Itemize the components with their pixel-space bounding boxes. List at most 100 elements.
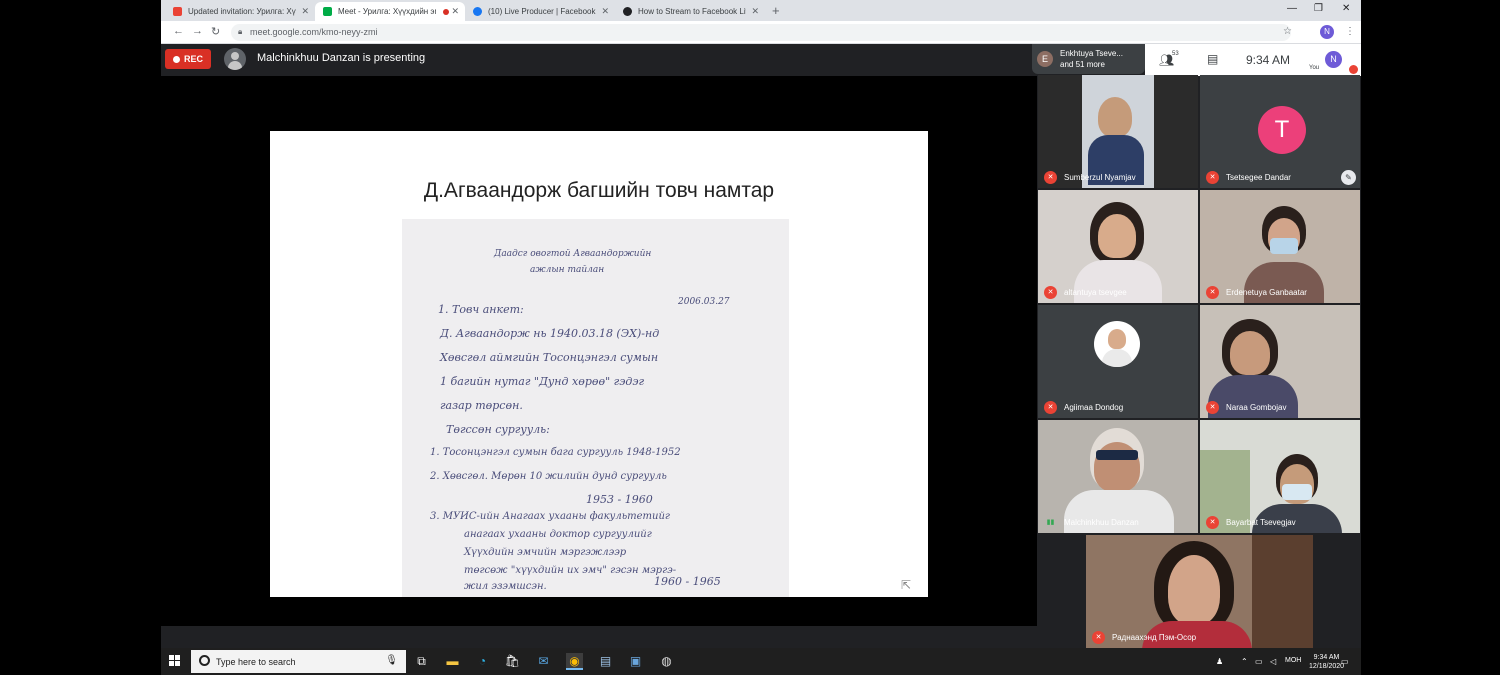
participant-name: Sumberzul Nyamjav: [1064, 173, 1136, 182]
taskbar-clock[interactable]: 9:34 AM 12/18/2020: [1309, 653, 1344, 671]
meet-top-bar: 👥︎ 53 ▤ 9:34 AM N You: [1145, 44, 1361, 76]
hw-line: 1953 - 1960: [586, 493, 653, 506]
news-app-icon[interactable]: ▤: [597, 653, 614, 670]
rec-badge: REC: [165, 49, 211, 69]
mic-off-icon: ✕: [1092, 631, 1105, 644]
meeting-clock: 9:34 AM: [1246, 53, 1291, 67]
mic-off-icon: ✕: [1206, 171, 1219, 184]
microphone-icon[interactable]: 🎙︎: [385, 655, 398, 666]
forward-icon[interactable]: →: [192, 25, 203, 37]
participant-tile[interactable]: ▮▮ Malchinkhuu Danzan: [1038, 420, 1198, 533]
participant-tile[interactable]: T ✕ Tsetsegee Dandar ✎: [1200, 75, 1360, 188]
hw-line: Д. Агваандорж нь 1940.03.18 (ЭХ)-нд: [440, 327, 660, 340]
participant-name: Erdenetuya Ganbaatar: [1226, 288, 1307, 297]
mic-off-icon: ✕: [1206, 516, 1219, 529]
profile-avatar[interactable]: N: [1320, 25, 1334, 39]
close-icon[interactable]: ✕: [751, 6, 759, 17]
participant-tile[interactable]: ✕ Раднаахэнд Пэм-Осор: [1086, 535, 1313, 648]
taskbar-date: 12/18/2020: [1309, 663, 1345, 670]
search-placeholder: Type here to search: [216, 657, 296, 667]
participant-name: Naraa Gombojav: [1226, 403, 1287, 412]
hw-line: 1960 - 1965: [654, 575, 721, 588]
tab-meet[interactable]: Meet - Урилга: Хүүхдийн эм ✕: [315, 2, 465, 21]
network-icon[interactable]: ▭: [1255, 657, 1263, 666]
mic-off-icon: ✕: [1206, 286, 1219, 299]
taskbar-time: 9:34 AM: [1313, 654, 1340, 661]
reload-icon[interactable]: ↻: [211, 25, 220, 38]
new-tab-button[interactable]: +: [772, 3, 780, 18]
participant-tile[interactable]: ✕ Agiimaa Dondog: [1038, 305, 1198, 418]
minimize-icon[interactable]: —: [1287, 3, 1297, 14]
mic-off-icon: ✕: [1044, 401, 1057, 414]
close-icon[interactable]: ✕: [451, 6, 459, 17]
search-icon: [199, 655, 210, 666]
hw-line: Хүүхдийн эмчийн мэргэжлээр: [464, 547, 627, 558]
facebook-icon: [473, 7, 482, 16]
you-label: You: [1309, 65, 1320, 71]
mail-icon[interactable]: ✉: [535, 653, 552, 670]
record-dot-icon: [172, 55, 180, 63]
participant-name: altantuya tsevgee: [1064, 288, 1127, 297]
language-indicator[interactable]: МОН: [1285, 657, 1301, 664]
hw-line: 2006.03.27: [678, 297, 730, 307]
notification-icon[interactable]: ▭: [1341, 657, 1349, 666]
participant-tile[interactable]: ✕ altantuya tsevgee: [1038, 190, 1198, 303]
you-avatar[interactable]: N: [1325, 51, 1342, 68]
chrome-icon[interactable]: ◉: [566, 653, 583, 670]
participant-tile[interactable]: ✕ Erdenetuya Ganbaatar: [1200, 190, 1360, 303]
people-count: 53: [1172, 51, 1179, 57]
people-tray-icon[interactable]: ♟: [1216, 657, 1223, 666]
store-icon[interactable]: 🛍︎: [504, 653, 521, 670]
participant-name: Agiimaa Dondog: [1064, 403, 1124, 412]
participant-tile[interactable]: ✕ Sumberzul Nyamjav: [1038, 75, 1198, 188]
tab-gmail[interactable]: Updated invitation: Урилга: Хүүхд ✕: [165, 2, 315, 21]
presenting-text: Malchinkhuu Danzan is presenting: [257, 52, 426, 64]
participant-photo-avatar: [1094, 321, 1140, 367]
taskbar-search[interactable]: Type here to search 🎙︎: [191, 650, 406, 673]
address-bar: ← → ↻ 🔒︎ meet.google.com/kmo-neyy-zmi ☆ …: [161, 21, 1361, 44]
windows-start-icon[interactable]: [169, 655, 181, 667]
task-view-icon[interactable]: ⧉: [413, 653, 430, 670]
back-icon[interactable]: ←: [173, 25, 184, 37]
pin-icon[interactable]: ✎: [1341, 170, 1356, 185]
close-icon[interactable]: ✕: [301, 6, 309, 17]
hw-line: ажлын тайлан: [530, 265, 605, 275]
hw-line: 3. МУИС-ийн Анагаах ухааны факультетийг: [430, 511, 670, 522]
meet-icon: [323, 7, 332, 16]
close-icon[interactable]: ✕: [601, 6, 609, 17]
globe-icon: [623, 7, 632, 16]
menu-icon[interactable]: ⋮: [1345, 26, 1355, 37]
participant-tile[interactable]: ✕ Naraa Gombojav: [1200, 305, 1360, 418]
participants-pill[interactable]: E Enkhtuya Tseve... and 51 more: [1032, 44, 1145, 74]
hw-line: Даадсг овогтой Агваандоржийн: [494, 249, 652, 259]
tab-facebook[interactable]: (10) Live Producer | Facebook ✕: [465, 2, 615, 21]
browser-window: Updated invitation: Урилга: Хүүхд ✕ Meet…: [161, 0, 1361, 648]
volume-icon[interactable]: ◁: [1270, 657, 1276, 666]
participant-tile[interactable]: ✕ Bayarbat Tsevegjav: [1200, 420, 1360, 533]
tab-label: Updated invitation: Урилга: Хүүхд: [188, 7, 296, 16]
photos-icon[interactable]: ▣: [627, 653, 644, 670]
tab-howto[interactable]: How to Stream to Facebook Live ✕: [615, 2, 765, 21]
tab-label: (10) Live Producer | Facebook: [488, 7, 596, 16]
participant-name: Tsetsegee Dandar: [1226, 173, 1291, 182]
maximize-icon[interactable]: ❐: [1314, 3, 1323, 14]
url-text: meet.google.com/kmo-neyy-zmi: [250, 27, 378, 37]
star-icon[interactable]: ☆: [1283, 26, 1292, 37]
pill-line1: Enkhtuya Tseve...: [1060, 49, 1123, 58]
windows-taskbar: Type here to search 🎙︎ ⧉ ▬ ◔ 🛍︎ ✉ ◉ ▤ ▣ …: [161, 648, 1361, 675]
participant-avatar: E: [1037, 51, 1053, 67]
mic-off-icon: ✕: [1206, 401, 1219, 414]
hw-line: 1 багийн нутаг "Дунд хөрөө" гэдэг: [440, 375, 645, 388]
slide-title: Д.Агваандорж багшийн товч намтар: [423, 179, 775, 202]
edge-icon[interactable]: ◔: [474, 653, 491, 670]
close-window-icon[interactable]: ✕: [1342, 3, 1350, 14]
chevron-up-icon[interactable]: ⌃: [1241, 657, 1248, 666]
file-explorer-icon[interactable]: ▬: [444, 653, 461, 670]
hw-line: 2. Хөвсгөл. Мөрөн 10 жилийн дунд сургуул…: [430, 471, 667, 482]
recording-dot-icon: [443, 8, 449, 15]
hw-line: Хөвсгөл аймгийн Тосонцэнгэл сумын: [440, 351, 659, 364]
presenter-avatar: [224, 48, 246, 70]
omnibox[interactable]: 🔒︎ meet.google.com/kmo-neyy-zmi: [231, 24, 1291, 41]
app-icon[interactable]: ◍: [658, 653, 675, 670]
chat-icon[interactable]: ▤: [1207, 52, 1218, 66]
